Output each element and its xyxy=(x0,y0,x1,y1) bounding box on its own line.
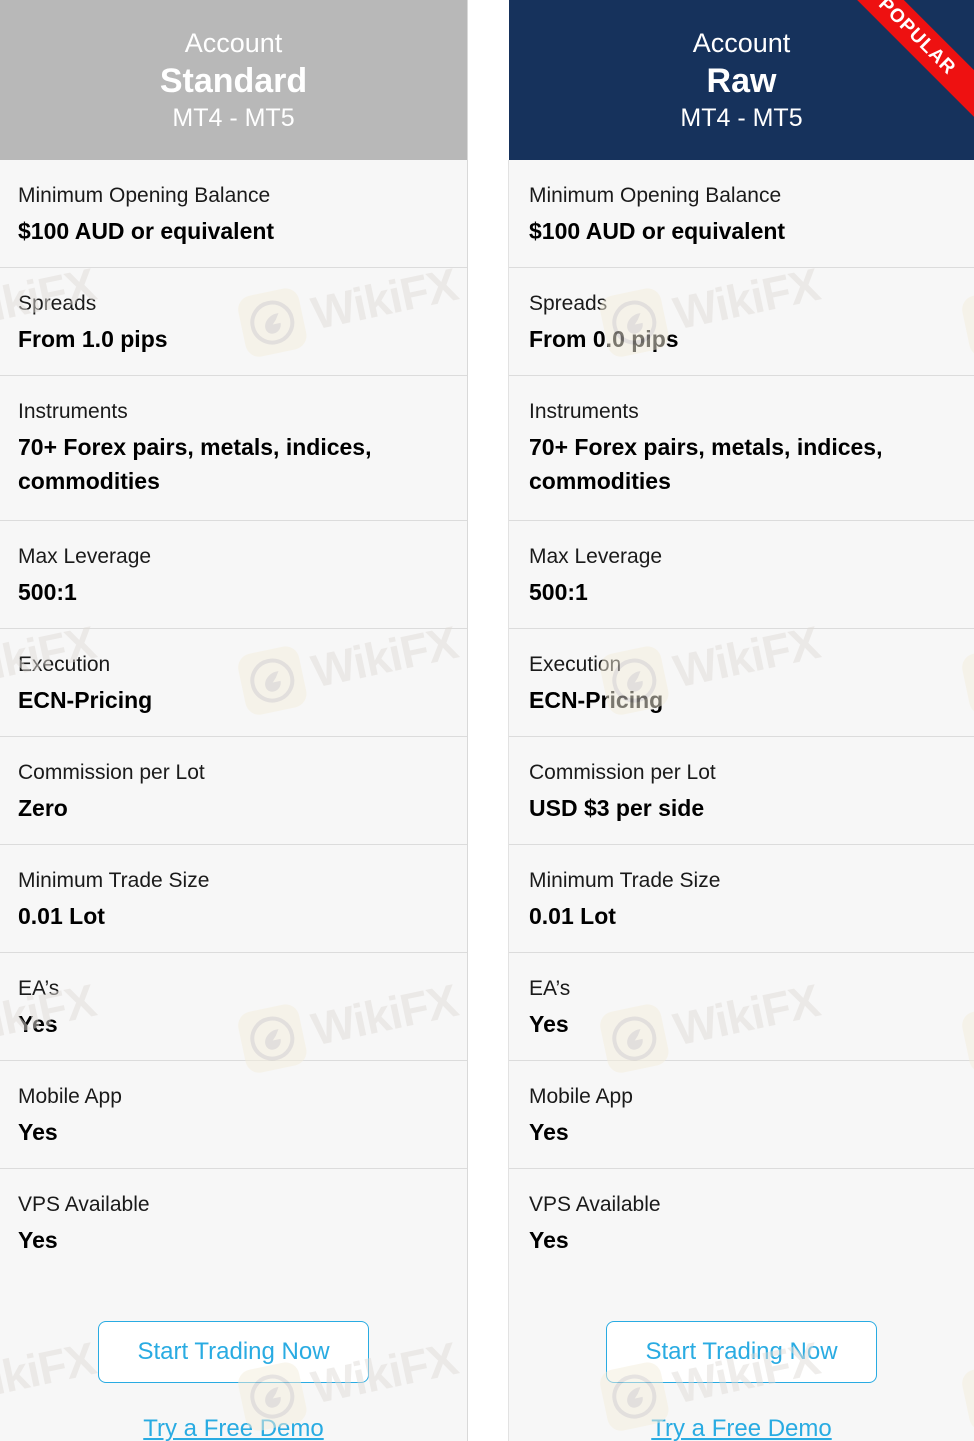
feature-value: 0.01 Lot xyxy=(529,903,616,930)
feature-label: Minimum Opening Balance xyxy=(18,184,271,207)
feature-row: Execution ECN-Pricing xyxy=(0,629,467,737)
feature-row: Commission per Lot Zero xyxy=(0,737,467,845)
cta-area-raw: Start Trading Now Try a Free Demo xyxy=(509,1277,974,1441)
feature-row: Minimum Opening Balance $100 AUD or equiv… xyxy=(509,160,974,268)
feature-label: Commission per Lot xyxy=(529,761,716,784)
feature-label: Execution xyxy=(18,653,111,676)
feature-value: Yes xyxy=(18,1227,58,1254)
feature-value: $100 AUD or equivalent xyxy=(529,218,786,245)
feature-value: Yes xyxy=(18,1011,58,1038)
feature-row: Instruments 70+ Forex pairs, metals, indi… xyxy=(509,376,974,521)
account-plan-name: Standard xyxy=(159,61,308,100)
feature-value: ECN-Pricing xyxy=(18,687,153,714)
column-gap-divider xyxy=(467,0,509,1441)
start-trading-button[interactable]: Start Trading Now xyxy=(606,1321,877,1384)
feature-value: Yes xyxy=(529,1227,569,1254)
feature-label: Minimum Opening Balance xyxy=(529,184,782,207)
feature-value: USD $3 per side xyxy=(529,795,705,822)
popular-badge-ribbon: POPULAR xyxy=(824,0,974,130)
try-free-demo-link[interactable]: Try a Free Demo xyxy=(0,1415,467,1441)
feature-row: EA’s Yes xyxy=(509,953,974,1061)
feature-label: Max Leverage xyxy=(529,545,663,568)
account-comparison-table: Account Standard MT4 - MT5 Minimum Openi… xyxy=(0,0,974,1441)
feature-label: Spreads xyxy=(18,292,97,315)
feature-row: VPS Available Yes xyxy=(509,1169,974,1277)
feature-row: VPS Available Yes xyxy=(0,1169,467,1277)
account-plan-name: Raw xyxy=(706,61,777,100)
feature-label: Minimum Trade Size xyxy=(18,869,210,892)
account-platforms-label: MT4 - MT5 xyxy=(172,103,295,132)
account-eyebrow-label: Account xyxy=(184,27,283,58)
feature-rows-raw: Minimum Opening Balance $100 AUD or equiv… xyxy=(509,160,974,1277)
feature-label: Execution xyxy=(529,653,622,676)
feature-value: 70+ Forex pairs, metals, indices, commod… xyxy=(18,434,372,494)
feature-row: Commission per Lot USD $3 per side xyxy=(509,737,974,845)
feature-value: 500:1 xyxy=(18,579,77,606)
feature-value: Yes xyxy=(529,1011,569,1038)
feature-label: EA’s xyxy=(18,977,60,1000)
try-free-demo-link[interactable]: Try a Free Demo xyxy=(509,1415,974,1441)
account-card-standard: Account Standard MT4 - MT5 Minimum Openi… xyxy=(0,0,467,1441)
feature-label: Instruments xyxy=(529,400,639,423)
feature-value: Yes xyxy=(18,1119,58,1146)
feature-label: VPS Available xyxy=(529,1193,661,1216)
feature-value: 70+ Forex pairs, metals, indices, commod… xyxy=(529,434,883,494)
feature-label: Spreads xyxy=(529,292,608,315)
feature-row: Execution ECN-Pricing xyxy=(509,629,974,737)
feature-row: EA’s Yes xyxy=(0,953,467,1061)
feature-value: $100 AUD or equivalent xyxy=(18,218,275,245)
feature-value: 0.01 Lot xyxy=(18,903,105,930)
feature-label: Commission per Lot xyxy=(18,761,205,784)
account-card-header-raw: POPULAR Account Raw MT4 - MT5 xyxy=(509,0,974,160)
feature-row: Spreads From 1.0 pips xyxy=(0,268,467,376)
feature-label: Mobile App xyxy=(18,1085,122,1108)
account-platforms-label: MT4 - MT5 xyxy=(680,103,803,132)
feature-row: Minimum Opening Balance $100 AUD or equiv… xyxy=(0,160,467,268)
account-eyebrow-label: Account xyxy=(692,27,791,58)
feature-rows-standard: Minimum Opening Balance $100 AUD or equiv… xyxy=(0,160,467,1277)
feature-value: From 0.0 pips xyxy=(529,326,679,353)
cta-area-standard: Start Trading Now Try a Free Demo xyxy=(0,1277,467,1441)
feature-row: Minimum Trade Size 0.01 Lot xyxy=(0,845,467,953)
feature-label: EA’s xyxy=(529,977,571,1000)
feature-value: Zero xyxy=(18,795,68,822)
feature-value: 500:1 xyxy=(529,579,588,606)
account-card-header-standard: Account Standard MT4 - MT5 xyxy=(0,0,467,160)
feature-row: Minimum Trade Size 0.01 Lot xyxy=(509,845,974,953)
feature-value: ECN-Pricing xyxy=(529,687,664,714)
start-trading-button[interactable]: Start Trading Now xyxy=(98,1321,369,1384)
feature-value: From 1.0 pips xyxy=(18,326,168,353)
feature-label: Instruments xyxy=(18,400,128,423)
feature-row: Max Leverage 500:1 xyxy=(0,521,467,629)
feature-value: Yes xyxy=(529,1119,569,1146)
feature-row: Spreads From 0.0 pips xyxy=(509,268,974,376)
pricing-comparison-screen: Account Standard MT4 - MT5 Minimum Openi… xyxy=(0,0,974,1441)
feature-row: Max Leverage 500:1 xyxy=(509,521,974,629)
feature-row: Mobile App Yes xyxy=(509,1061,974,1169)
feature-label: Minimum Trade Size xyxy=(529,869,721,892)
account-card-raw: POPULAR Account Raw MT4 - MT5 Minimum Op… xyxy=(509,0,974,1441)
feature-row: Mobile App Yes xyxy=(0,1061,467,1169)
feature-label: Mobile App xyxy=(529,1085,633,1108)
feature-label: VPS Available xyxy=(18,1193,150,1216)
feature-row: Instruments 70+ Forex pairs, metals, indi… xyxy=(0,376,467,521)
feature-label: Max Leverage xyxy=(18,545,152,568)
